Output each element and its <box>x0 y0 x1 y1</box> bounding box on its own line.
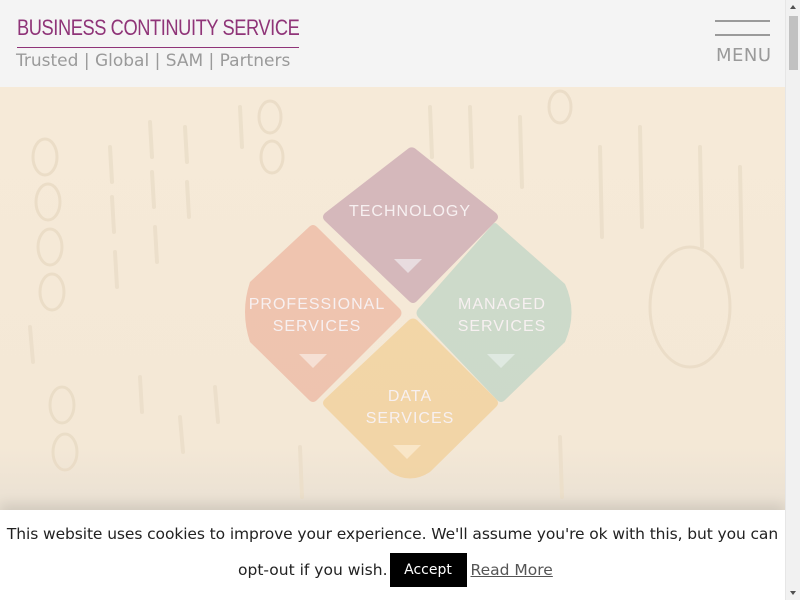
cookie-message-continued: opt-out if you wish. <box>238 561 388 579</box>
menu-button[interactable]: MENU <box>712 18 772 68</box>
brand-title[interactable]: BUSINESS CONTINUITY SERVICES <box>17 14 299 48</box>
managed-services-label[interactable]: MANAGED SERVICES <box>432 294 572 338</box>
technology-label-line1[interactable]: TECHNOLOGY <box>340 201 480 223</box>
scroll-up-button[interactable] <box>786 0 800 15</box>
chevron-up-icon[interactable] <box>790 5 796 9</box>
scroll-down-button[interactable] <box>786 585 800 600</box>
hamburger-icon[interactable] <box>715 20 770 22</box>
vertical-scrollbar[interactable] <box>785 0 800 600</box>
professional-services-label-line1[interactable]: PROFESSIONAL <box>247 294 387 316</box>
services-diagram <box>245 147 572 479</box>
cookie-consent-bar: This website uses cookies to improve you… <box>0 510 785 600</box>
managed-services-label-line1[interactable]: MANAGED <box>432 294 572 316</box>
accept-cookies-button[interactable]: Accept <box>389 553 467 587</box>
cookie-message: This website uses cookies to improve you… <box>6 525 779 543</box>
professional-services-label[interactable]: PROFESSIONAL SERVICES <box>247 294 387 338</box>
data-services-label[interactable]: DATA SERVICES <box>340 386 480 430</box>
read-more-link[interactable]: Read More <box>471 561 553 579</box>
menu-label[interactable]: MENU <box>716 45 772 66</box>
cookie-actions: opt-out if you wish. Accept Read More <box>238 553 553 587</box>
scrollbar-thumb[interactable] <box>789 16 798 70</box>
hero-banner: TECHNOLOGY PROFESSIONAL SERVICES MANAGED… <box>0 87 785 510</box>
brand-title-text[interactable]: BUSINESS CONTINUITY SERVICES <box>17 15 299 41</box>
data-services-label-line1[interactable]: DATA <box>340 386 480 408</box>
technology-label[interactable]: TECHNOLOGY <box>340 201 480 223</box>
hamburger-icon-line[interactable] <box>715 34 770 36</box>
managed-services-label-line2[interactable]: SERVICES <box>432 316 572 338</box>
site-header: BUSINESS CONTINUITY SERVICES Trusted | G… <box>0 0 785 87</box>
chevron-down-icon[interactable] <box>790 591 796 595</box>
data-services-label-line2[interactable]: SERVICES <box>340 408 480 430</box>
brand-tagline: Trusted | Global | SAM | Partners <box>16 51 291 71</box>
professional-services-label-line2[interactable]: SERVICES <box>247 316 387 338</box>
